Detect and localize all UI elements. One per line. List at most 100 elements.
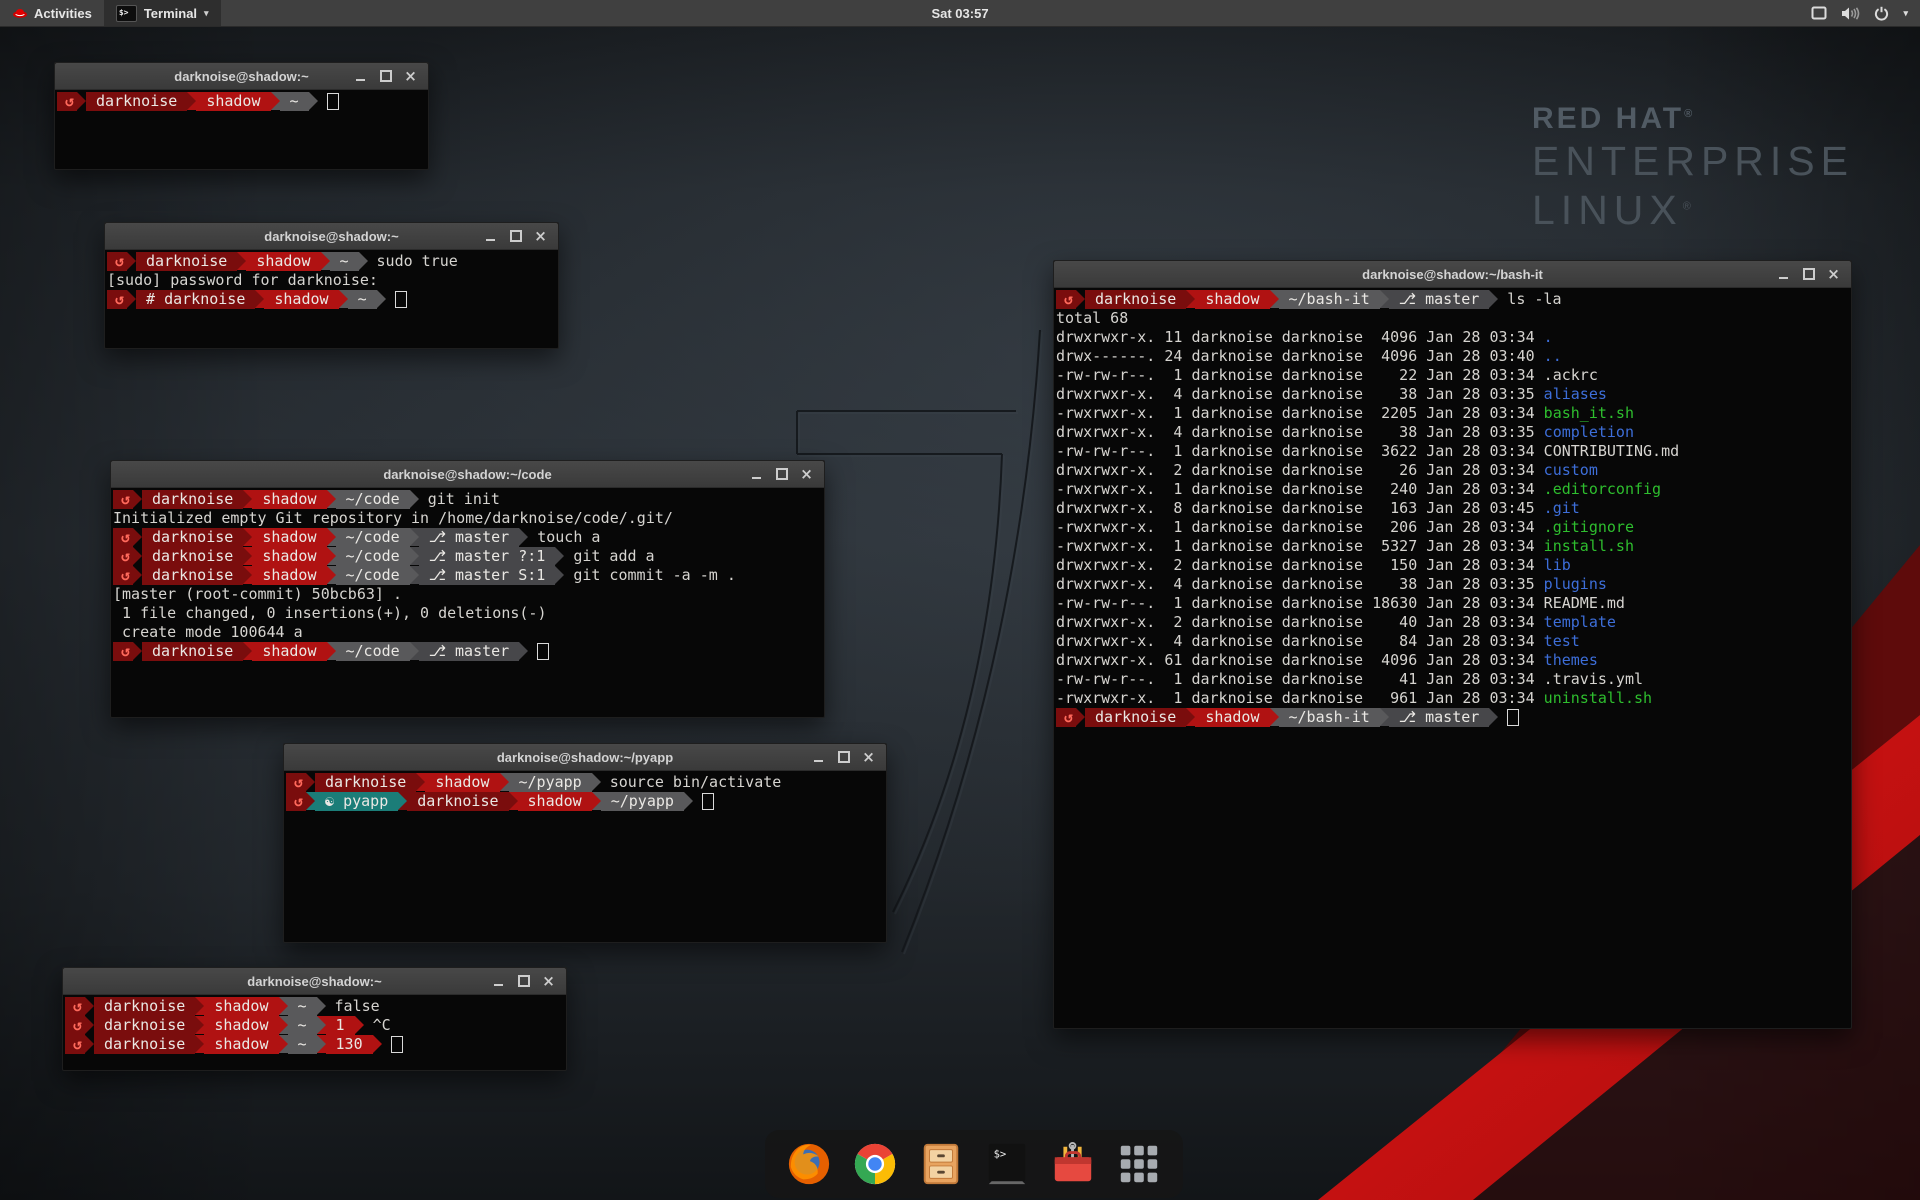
terminal-window-w5[interactable]: darknoise@shadow:~×↺darknoiseshadow~fals… [62,967,567,1071]
window-titlebar[interactable]: darknoise@shadow:~× [55,63,428,90]
prompt-segment-user: darknoise [136,252,237,271]
terminal-output-line: create mode 100644 a [113,623,824,642]
screen-icon[interactable] [1811,6,1827,20]
prompt-segment-path: ~/code [336,566,410,585]
firefox-dock-icon[interactable] [785,1140,833,1188]
close-button[interactable]: × [858,747,879,767]
chevron-down-icon[interactable]: ▾ [1903,8,1908,19]
window-controls: × [1773,264,1851,284]
powerline-separator [327,566,336,584]
window-titlebar[interactable]: darknoise@shadow:~/code× [111,461,824,488]
minimize-button[interactable] [350,66,371,86]
terminal-dock-icon[interactable]: $> [983,1140,1031,1188]
top-bar: Activities $> Terminal ▾ Sat 03:57 ▾ [0,0,1920,27]
terminal-prompt-line: ↺darknoiseshadow~/code⎇ mastertouch a [113,528,824,547]
ls-filename: uninstall.sh [1544,689,1652,708]
window-controls: × [488,971,566,991]
volume-icon[interactable] [1841,6,1860,21]
terminal-window-w4[interactable]: darknoise@shadow:~/pyapp× ↺darknoiseshado… [283,743,887,943]
ls-row-fields: -rwxrwxr-x. 1 darknoise darknoise 240 Ja… [1056,480,1544,499]
close-button[interactable]: × [400,66,421,86]
minimize-button[interactable] [480,226,501,246]
terminal-content[interactable]: ↺darknoiseshadow~/pyappsource bin/activa… [284,770,886,942]
prompt-segment-host: shadow [204,997,278,1016]
ls-filename: template [1544,613,1616,632]
files-dock-icon[interactable] [917,1140,965,1188]
powerline-separator [133,490,142,508]
close-button[interactable]: × [796,464,817,484]
close-button[interactable]: × [1823,264,1844,284]
prompt-segment-path: ~/bash-it [1279,290,1380,309]
maximize-button[interactable] [833,747,854,767]
minimize-icon [752,477,761,479]
command-text: false [335,997,380,1016]
terminal-prompt-line: ↺# darknoiseshadow~ [107,290,558,309]
terminal-prompt-line: ↺darknoiseshadow~1^C [65,1016,566,1035]
window-titlebar[interactable]: darknoise@shadow:~/bash-it× [1054,261,1851,288]
terminal-content[interactable]: ↺darknoiseshadow~false↺darknoiseshadow~1… [63,994,566,1070]
close-button[interactable]: × [530,226,551,246]
minimize-button[interactable] [1773,264,1794,284]
terminal-window-w2[interactable]: darknoise@shadow:~×↺darknoiseshadow~sudo… [104,222,559,349]
close-button[interactable]: × [538,971,559,991]
terminal-content[interactable]: ↺darknoiseshadow~sudo true[sudo] passwor… [105,249,558,348]
ls-filename: install.sh [1544,537,1634,556]
terminal-prompt-line: ↺darknoiseshadow~/pyappsource bin/activa… [286,773,886,792]
app-grid-dock-icon[interactable] [1115,1140,1163,1188]
powerline-separator [684,792,693,810]
powerline-separator [85,997,94,1015]
clock[interactable]: Sat 03:57 [0,6,1920,21]
powerline-separator [1489,708,1498,726]
focused-app-menu[interactable]: $> Terminal ▾ [104,0,221,26]
prompt-segment-host: shadow [252,566,326,585]
power-icon[interactable] [1874,6,1889,21]
terminal-window-w1[interactable]: darknoise@shadow:~×↺darknoiseshadow~ [54,62,429,170]
terminal-window-w3[interactable]: darknoise@shadow:~/code× ↺darknoiseshadow… [110,460,825,718]
terminal-content[interactable]: ↺darknoiseshadow~ [55,89,428,169]
prompt-segment-path: ~/code [336,528,410,547]
powerline-separator [321,252,330,270]
minimize-button[interactable] [746,464,767,484]
ls-row-fields: drwx------. 24 darknoise darknoise 4096 … [1056,347,1544,366]
system-status-area[interactable]: ▾ [1811,0,1920,26]
terminal-cursor [327,93,339,110]
window-titlebar[interactable]: darknoise@shadow:~× [105,223,558,250]
minimize-button[interactable] [488,971,509,991]
maximize-icon [1803,268,1815,280]
maximize-button[interactable] [771,464,792,484]
terminal-prompt-line: ↺darknoiseshadow~/bash-it⎇ master [1056,708,1851,727]
terminal-window-w6[interactable]: darknoise@shadow:~/bash-it×↺darknoisesha… [1053,260,1852,1029]
window-titlebar[interactable]: darknoise@shadow:~× [63,968,566,995]
ls-filename: custom [1544,461,1598,480]
minimize-button[interactable] [808,747,829,767]
prompt-segment-host: shadow [246,252,320,271]
redhat-icon [12,5,28,21]
powerline-separator [133,547,142,565]
powerline-separator [187,92,196,110]
distro-swirl-icon: ↺ [113,547,133,566]
powerline-separator [519,528,528,546]
activities-button[interactable]: Activities [0,0,104,26]
maximize-button[interactable] [505,226,526,246]
powerline-separator [279,1035,288,1053]
clock-label: Sat 03:57 [931,6,988,21]
powerline-separator [279,1016,288,1034]
chrome-dock-icon[interactable] [851,1140,899,1188]
ls-row: -rwxrwxr-x. 1 darknoise darknoise 5327 J… [1056,537,1851,556]
window-controls: × [480,226,558,246]
terminal-content[interactable]: ↺darknoiseshadow~/bash-it⎇ masterls -lat… [1054,287,1851,1028]
focused-app-label: Terminal [144,6,197,21]
command-text: source bin/activate [610,773,782,792]
toolbox-dock-icon[interactable] [1049,1140,1097,1188]
powerline-separator [410,566,419,584]
terminal-content[interactable]: ↺darknoiseshadow~/codegit initInitialize… [111,487,824,717]
minimize-icon [494,984,503,986]
maximize-button[interactable] [1798,264,1819,284]
maximize-button[interactable] [513,971,534,991]
prompt-segment-path: ~/pyapp [601,792,684,811]
window-titlebar[interactable]: darknoise@shadow:~/pyapp× [284,744,886,771]
maximize-button[interactable] [375,66,396,86]
ls-row: drwxrwxr-x. 4 darknoise darknoise 84 Jan… [1056,632,1851,651]
powerline-separator [1270,290,1279,308]
ls-filename: CONTRIBUTING.md [1544,442,1679,461]
